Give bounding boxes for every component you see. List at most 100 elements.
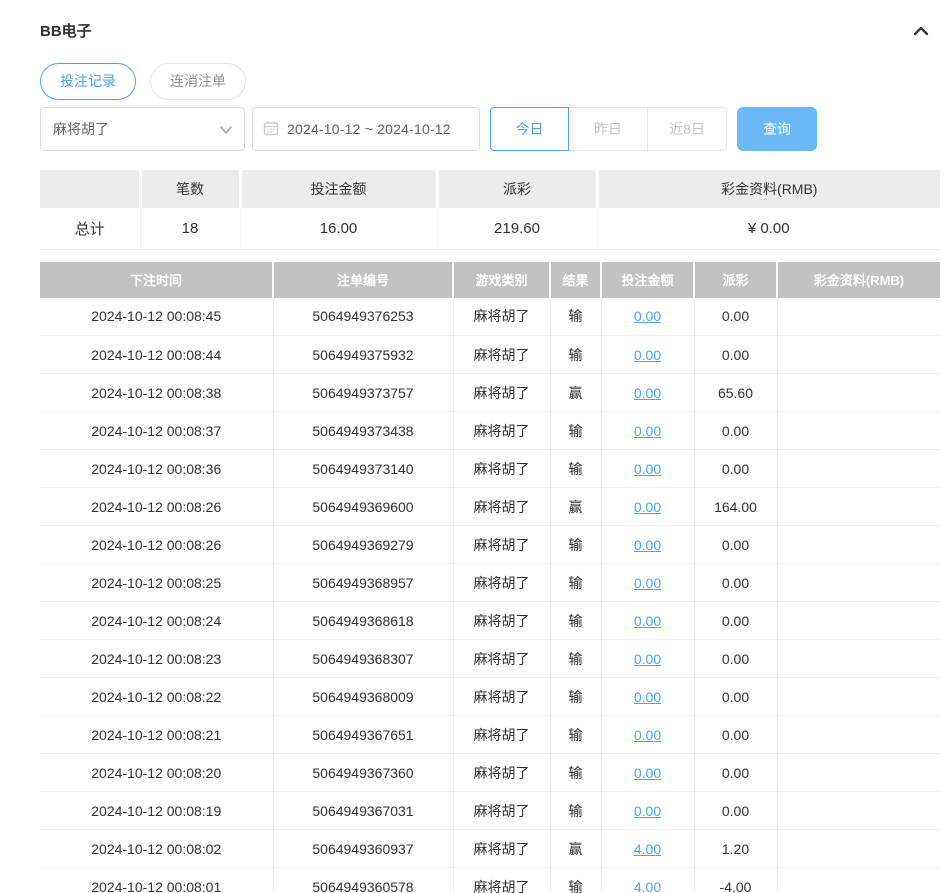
game-type-cell: 麻将胡了 bbox=[452, 791, 550, 830]
game-type-cell: 麻将胡了 bbox=[452, 297, 550, 336]
quick-range-yesterday[interactable]: 昨日 bbox=[569, 107, 648, 151]
result-cell: 输 bbox=[549, 449, 601, 488]
bonus-cell bbox=[776, 791, 940, 830]
table-row: 2024-10-12 00:08:01 5064949360578 麻将胡了 输… bbox=[40, 867, 940, 893]
order-no-cell: 5064949376253 bbox=[272, 297, 453, 336]
bet-amount-link[interactable]: 0.00 bbox=[634, 727, 661, 743]
bet-amount-cell: 0.00 bbox=[600, 601, 694, 640]
bet-amount-link[interactable]: 0.00 bbox=[634, 613, 661, 629]
table-row: 2024-10-12 00:08:02 5064949360937 麻将胡了 赢… bbox=[40, 829, 940, 868]
bet-amount-link[interactable]: 0.00 bbox=[634, 385, 661, 401]
order-no-cell: 5064949367651 bbox=[272, 715, 453, 754]
order-no-cell: 5064949367360 bbox=[272, 753, 453, 792]
payout-cell: 0.00 bbox=[693, 677, 777, 716]
bet-amount-cell: 0.00 bbox=[600, 411, 694, 450]
bet-time-cell: 2024-10-12 00:08:02 bbox=[40, 829, 273, 868]
bet-time-cell: 2024-10-12 00:08:25 bbox=[40, 563, 273, 602]
result-cell: 赢 bbox=[549, 829, 601, 868]
caret-down-icon bbox=[220, 121, 232, 137]
order-no-cell: 5064949373438 bbox=[272, 411, 453, 450]
result-cell: 输 bbox=[549, 525, 601, 564]
bonus-cell bbox=[776, 677, 940, 716]
bonus-cell bbox=[776, 563, 940, 602]
bet-amount-cell: 0.00 bbox=[600, 563, 694, 602]
quick-range-today[interactable]: 今日 bbox=[490, 107, 569, 151]
bonus-cell bbox=[776, 601, 940, 640]
tab-bet-records[interactable]: 投注记录 bbox=[40, 63, 136, 100]
order-no-cell: 5064949367031 bbox=[272, 791, 453, 830]
game-type-cell: 麻将胡了 bbox=[452, 411, 550, 450]
panel-title: BB电子 bbox=[40, 23, 92, 40]
collapse-button[interactable] bbox=[910, 22, 932, 40]
chevron-up-icon bbox=[912, 26, 930, 41]
quick-range-last-8-days[interactable]: 近8日 bbox=[648, 107, 727, 151]
bonus-cell bbox=[776, 867, 940, 893]
bet-amount-link[interactable]: 0.00 bbox=[634, 651, 661, 667]
bet-amount-link[interactable]: 0.00 bbox=[634, 499, 661, 515]
bet-amount-link[interactable]: 0.00 bbox=[634, 308, 661, 324]
records-header-payout: 派彩 bbox=[693, 261, 777, 298]
payout-cell: 0.00 bbox=[693, 411, 777, 450]
query-button[interactable]: 查询 bbox=[737, 107, 817, 151]
payout-cell: 0.00 bbox=[693, 639, 777, 678]
bet-time-cell: 2024-10-12 00:08:22 bbox=[40, 677, 273, 716]
game-type-cell: 麻将胡了 bbox=[452, 373, 550, 412]
bonus-cell bbox=[776, 715, 940, 754]
bet-records-panel: BB电子 投注记录 连消注单 麻将胡了 2024-10-12 ~ 2024-10… bbox=[0, 20, 952, 893]
payout-cell: 0.00 bbox=[693, 753, 777, 792]
bet-amount-link[interactable]: 4.00 bbox=[634, 841, 661, 857]
result-cell: 输 bbox=[549, 791, 601, 830]
bet-amount-link[interactable]: 4.00 bbox=[634, 879, 661, 893]
table-row: 2024-10-12 00:08:22 5064949368009 麻将胡了 输… bbox=[40, 677, 940, 716]
records-header-row: 下注时间 注单编号 游戏类别 结果 投注金额 派彩 彩金资料(RMB) bbox=[40, 261, 940, 298]
payout-cell: 0.00 bbox=[693, 563, 777, 602]
records-table: 下注时间 注单编号 游戏类别 结果 投注金额 派彩 彩金资料(RMB) 2024… bbox=[40, 261, 940, 893]
summary-total-label: 总计 bbox=[40, 208, 140, 250]
bet-amount-link[interactable]: 0.00 bbox=[634, 765, 661, 781]
order-no-cell: 5064949373140 bbox=[272, 449, 453, 488]
bet-time-cell: 2024-10-12 00:08:26 bbox=[40, 487, 273, 526]
bet-time-cell: 2024-10-12 00:08:45 bbox=[40, 297, 273, 336]
records-header-game: 游戏类别 bbox=[452, 261, 550, 298]
game-type-select[interactable]: 麻将胡了 bbox=[40, 107, 245, 151]
bet-amount-link[interactable]: 0.00 bbox=[634, 575, 661, 591]
bet-amount-cell: 0.00 bbox=[600, 449, 694, 488]
table-row: 2024-10-12 00:08:25 5064949368957 麻将胡了 输… bbox=[40, 563, 940, 602]
game-type-cell: 麻将胡了 bbox=[452, 715, 550, 754]
game-type-cell: 麻将胡了 bbox=[452, 753, 550, 792]
filter-row: 麻将胡了 2024-10-12 ~ 2024-10-12 今日 昨日 近8日 查… bbox=[40, 107, 952, 151]
game-type-value: 麻将胡了 bbox=[53, 121, 109, 137]
bet-amount-cell: 0.00 bbox=[600, 715, 694, 754]
result-cell: 输 bbox=[549, 753, 601, 792]
bet-amount-cell: 0.00 bbox=[600, 791, 694, 830]
order-no-cell: 5064949368618 bbox=[272, 601, 453, 640]
bonus-cell bbox=[776, 829, 940, 868]
game-type-cell: 麻将胡了 bbox=[452, 867, 550, 893]
bet-time-cell: 2024-10-12 00:08:23 bbox=[40, 639, 273, 678]
table-row: 2024-10-12 00:08:26 5064949369600 麻将胡了 赢… bbox=[40, 487, 940, 526]
bet-amount-link[interactable]: 0.00 bbox=[634, 423, 661, 439]
order-no-cell: 5064949369279 bbox=[272, 525, 453, 564]
bet-amount-link[interactable]: 0.00 bbox=[634, 347, 661, 363]
bet-time-cell: 2024-10-12 00:08:24 bbox=[40, 601, 273, 640]
bonus-cell bbox=[776, 335, 940, 374]
table-row: 2024-10-12 00:08:19 5064949367031 麻将胡了 输… bbox=[40, 791, 940, 830]
payout-cell: 0.00 bbox=[693, 297, 777, 336]
summary-header-bet-amount: 投注金额 bbox=[238, 170, 437, 208]
records-header-bet: 投注金额 bbox=[600, 261, 694, 298]
bet-amount-link[interactable]: 0.00 bbox=[634, 461, 661, 477]
payout-cell: 164.00 bbox=[693, 487, 777, 526]
bet-amount-link[interactable]: 0.00 bbox=[634, 537, 661, 553]
summary-header-payout: 派彩 bbox=[435, 170, 597, 208]
game-type-cell: 麻将胡了 bbox=[452, 335, 550, 374]
bonus-cell bbox=[776, 373, 940, 412]
payout-cell: 0.00 bbox=[693, 449, 777, 488]
game-type-cell: 麻将胡了 bbox=[452, 639, 550, 678]
result-cell: 输 bbox=[549, 715, 601, 754]
bet-amount-link[interactable]: 0.00 bbox=[634, 689, 661, 705]
bet-amount-link[interactable]: 0.00 bbox=[634, 803, 661, 819]
date-range-picker[interactable]: 2024-10-12 ~ 2024-10-12 bbox=[252, 107, 480, 151]
tab-cancelled-orders[interactable]: 连消注单 bbox=[150, 63, 246, 100]
tabs: 投注记录 连消注单 bbox=[40, 63, 952, 100]
bonus-cell bbox=[776, 525, 940, 564]
